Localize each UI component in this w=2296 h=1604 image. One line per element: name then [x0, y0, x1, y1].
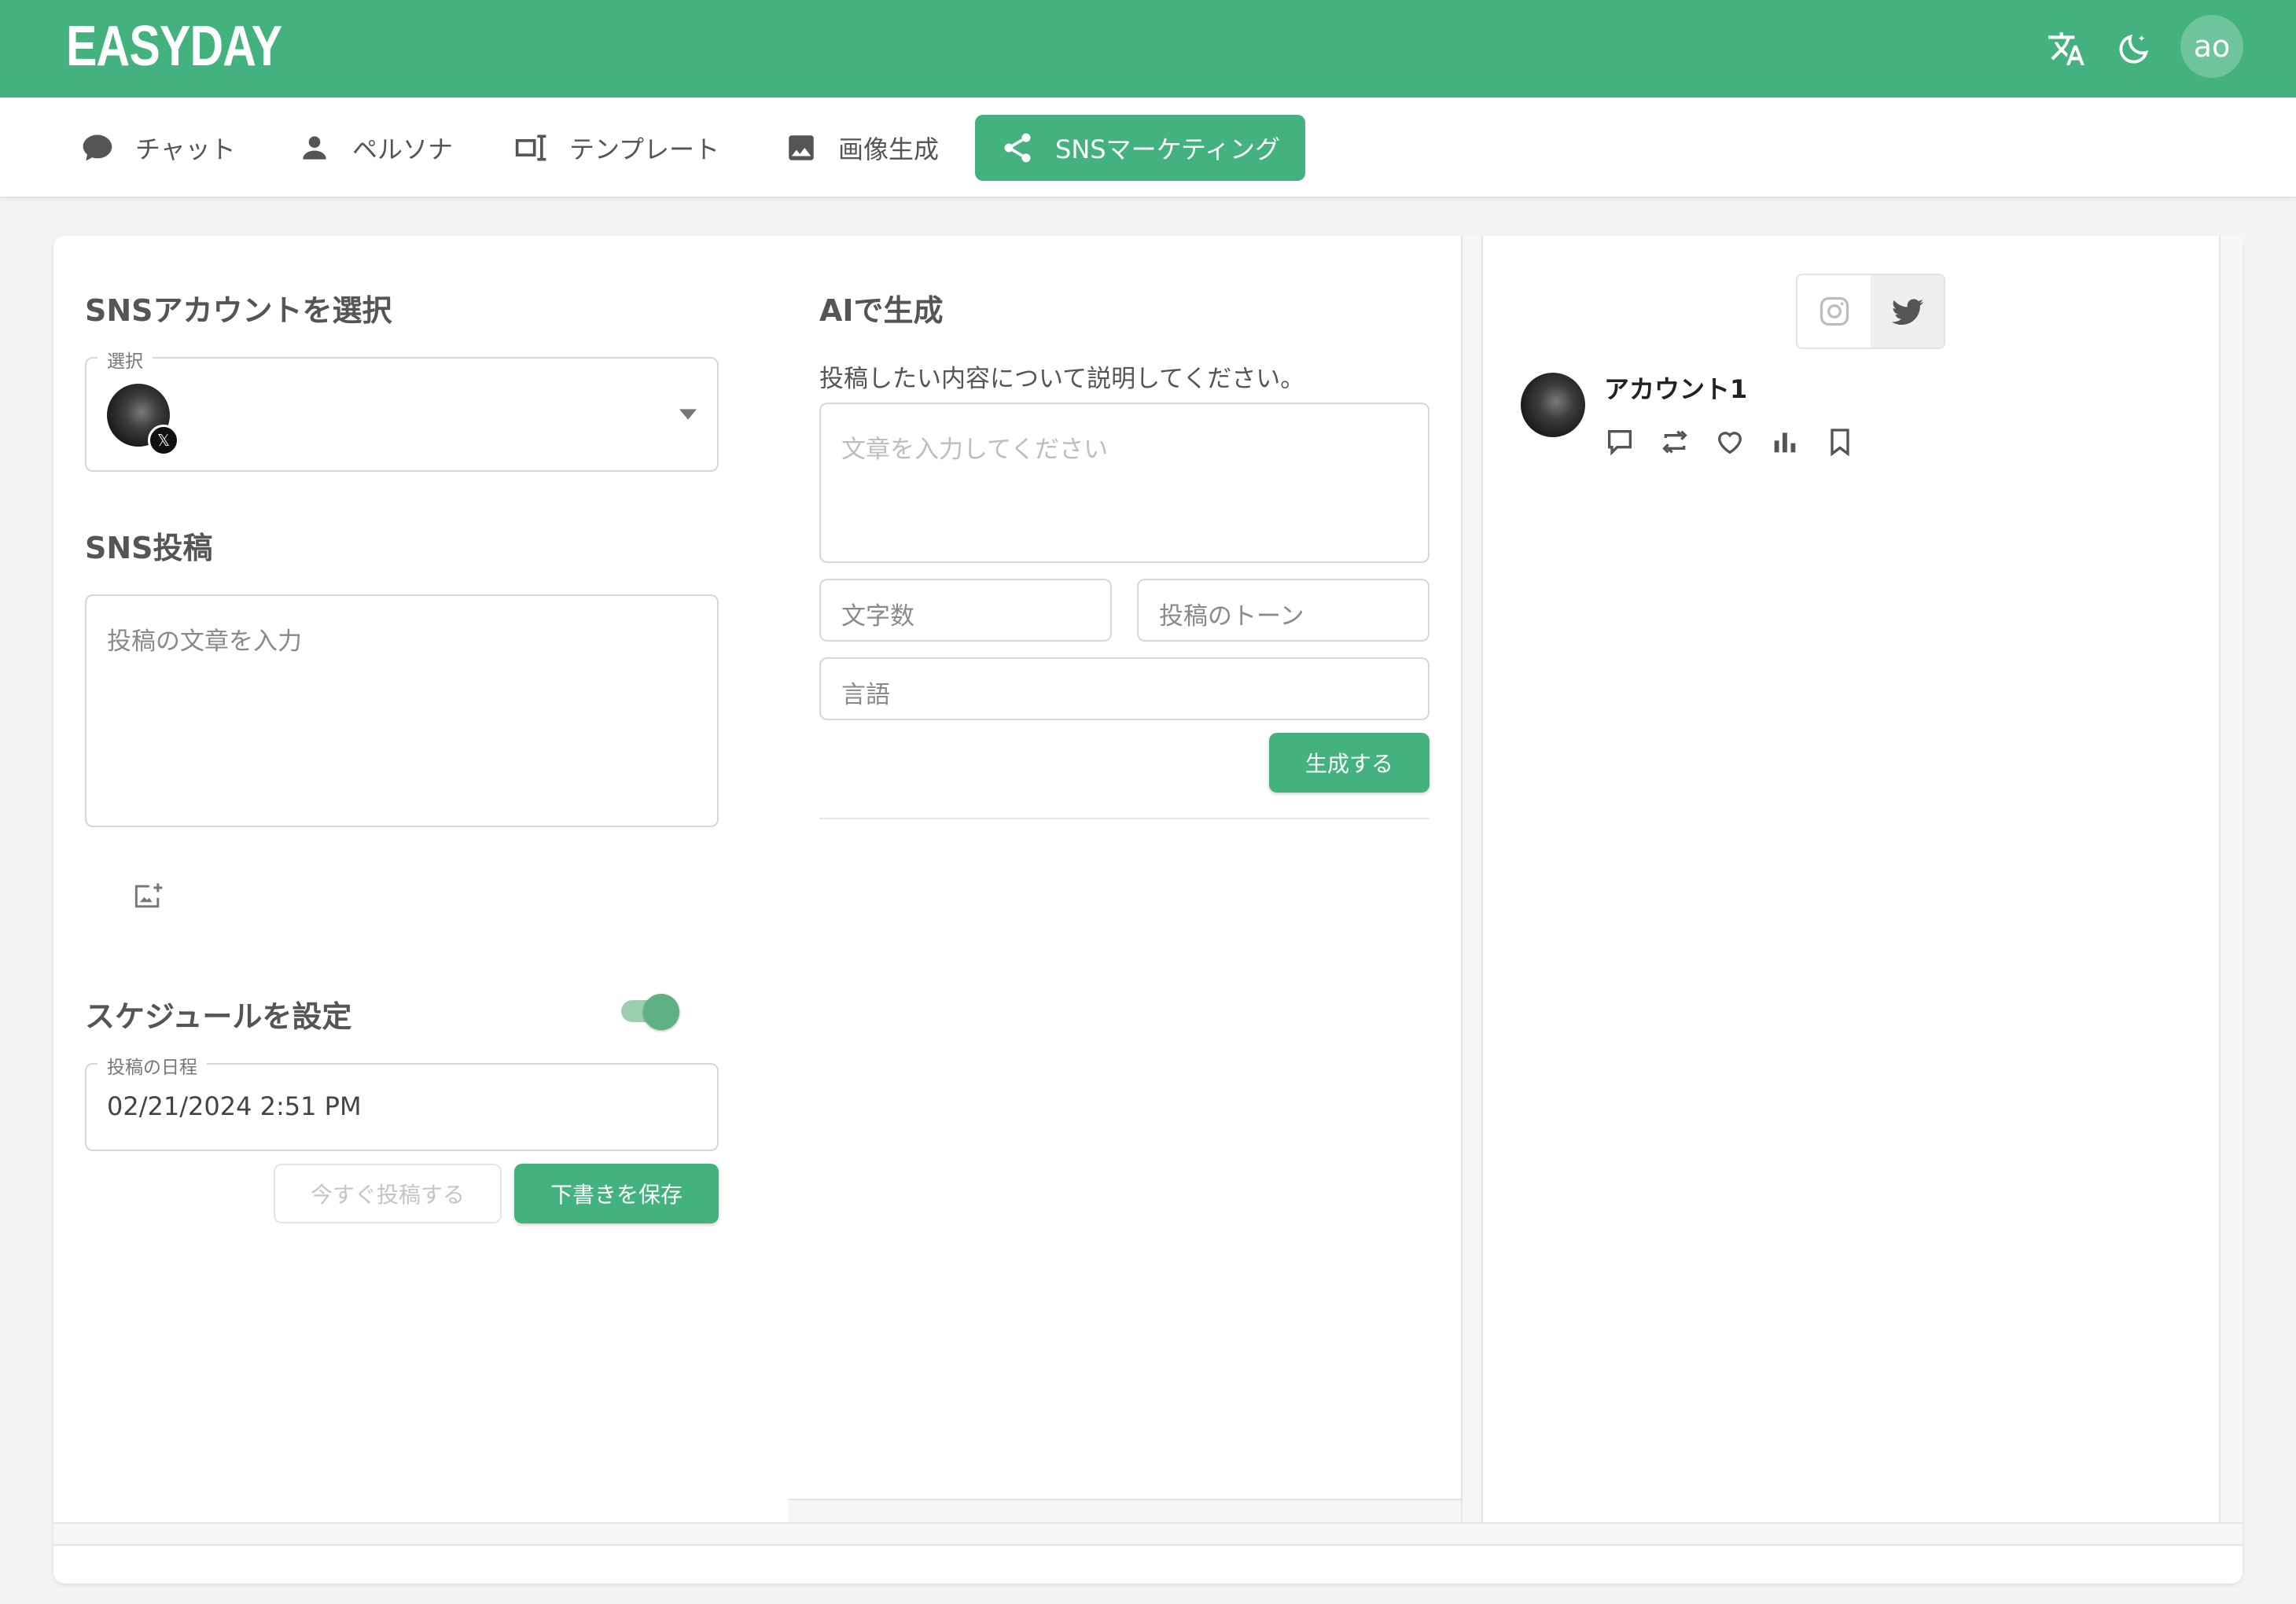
panel-divider [1461, 236, 1483, 1522]
brand-logo[interactable]: EASYDAY [66, 14, 282, 79]
post-text-input[interactable]: 投稿の文章を入力 [85, 594, 719, 827]
instagram-tab[interactable] [1797, 275, 1871, 348]
generate-button[interactable]: 生成する [1269, 733, 1429, 793]
account-select[interactable]: 選択 𝕏 [85, 346, 719, 472]
add-image-icon[interactable] [131, 879, 165, 914]
nav-item-sns-marketing[interactable]: SNSマーケティング [975, 115, 1306, 181]
nav-item-label: SNSマーケティング [1055, 134, 1281, 164]
panel-bottom-edge [788, 1499, 1461, 1522]
post-text-placeholder: 投稿の文章を入力 [107, 627, 302, 656]
schedule-title: スケジュールを設定 [85, 999, 352, 1034]
nav-item-label: チャット [135, 134, 236, 164]
ai-divider [819, 818, 1429, 819]
x-logo-icon: 𝕏 [148, 425, 179, 456]
card-bottom-edge [53, 1522, 2243, 1546]
ai-description: 投稿したい内容について説明してください。 [819, 365, 1305, 393]
panel-edge [2219, 236, 2243, 1522]
post-date-field[interactable]: 投稿の日程 02/21/2024 2:51 PM [85, 1052, 719, 1151]
nav-item-chat[interactable]: チャット [80, 115, 236, 181]
image-icon [789, 135, 814, 160]
ai-section-title: AIで生成 [819, 293, 944, 328]
nav-item-label: ペルソナ [352, 134, 454, 164]
stats-icon[interactable] [1768, 425, 1802, 459]
preview-platform-tabs [1796, 274, 1945, 349]
dropdown-arrow-icon [679, 409, 697, 420]
nav-item-persona[interactable]: ペルソナ [297, 115, 453, 181]
nav-item-label: テンプレート [569, 134, 720, 164]
tone-placeholder: 投稿のトーン [1159, 602, 1304, 631]
template-icon [515, 134, 546, 161]
top-app-bar: EASYDAY ao [0, 0, 2296, 97]
bookmark-icon[interactable] [1823, 425, 1857, 459]
schedule-toggle-knob[interactable] [643, 994, 679, 1030]
retweet-icon[interactable] [1658, 425, 1692, 459]
char-count-input[interactable]: 文字数 [819, 579, 1112, 642]
person-icon [303, 136, 326, 160]
post-date-value: 02/21/2024 2:51 PM [107, 1091, 362, 1121]
share-icon [1004, 133, 1031, 163]
nav-item-image-gen[interactable]: 画像生成 [785, 115, 939, 181]
heart-icon[interactable] [1713, 425, 1747, 459]
language-placeholder: 言語 [841, 681, 890, 709]
post-section-title: SNS投稿 [85, 531, 213, 565]
language-input[interactable]: 言語 [819, 657, 1429, 720]
nav-item-label: 画像生成 [838, 134, 940, 164]
twitter-icon [1891, 299, 1923, 326]
translate-icon[interactable] [2041, 24, 2092, 74]
char-count-placeholder: 文字数 [841, 602, 914, 631]
twitter-tab[interactable] [1871, 275, 1944, 348]
save-draft-button[interactable]: 下書きを保存 [514, 1164, 719, 1223]
user-avatar[interactable]: ao [2180, 15, 2243, 78]
preview-account-name: アカウント1 [1604, 374, 1748, 404]
preview-avatar [1521, 373, 1585, 437]
ai-prompt-placeholder: 文章を入力してください [841, 436, 1109, 464]
post-now-button[interactable]: 今すぐ投稿する [274, 1164, 502, 1223]
post-date-legend: 投稿の日程 [98, 1052, 207, 1079]
nav-item-template[interactable]: テンプレート [514, 115, 719, 181]
instagram-icon [1820, 296, 1849, 326]
account-section-title: SNSアカウントを選択 [85, 293, 392, 328]
chat-bubble-icon [83, 134, 112, 161]
ai-prompt-input[interactable]: 文章を入力してください [819, 403, 1429, 563]
account-select-legend: 選択 [98, 346, 153, 373]
dark-mode-icon[interactable] [2109, 24, 2159, 74]
comment-icon[interactable] [1602, 425, 1637, 459]
tone-input[interactable]: 投稿のトーン [1137, 579, 1429, 642]
main-nav: チャット ペルソナ テンプレート 画像生成 SNSマーケティング [0, 97, 2296, 198]
